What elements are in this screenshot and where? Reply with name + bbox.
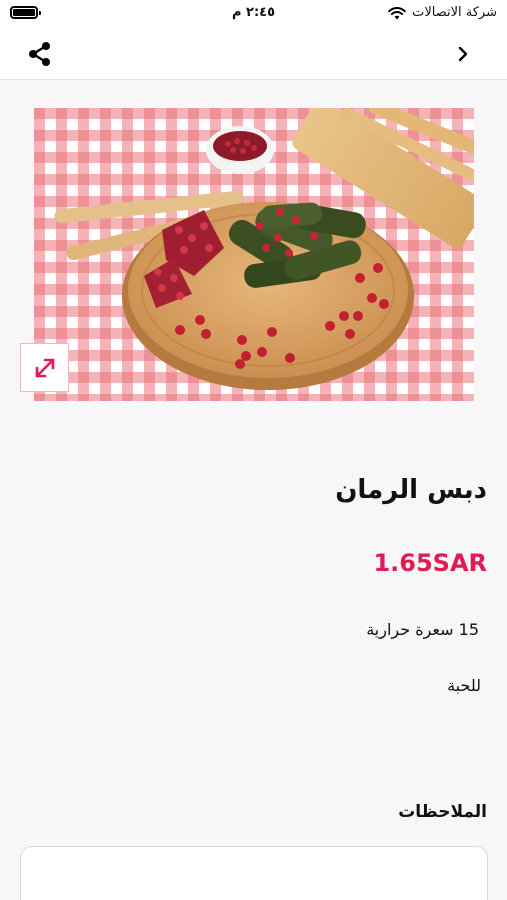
notes-label: الملاحظات [398, 802, 487, 822]
unit-text: للحبة [447, 676, 481, 695]
wifi-icon [388, 6, 406, 19]
product-title: دبس الرمان [335, 475, 487, 505]
expand-button[interactable] [20, 343, 69, 392]
carrier-name: شركة الاتصالات [412, 5, 497, 20]
product-image [34, 108, 474, 401]
calories-text: 15 سعرة حرارية [366, 620, 479, 639]
expand-icon [35, 358, 54, 377]
chevron-right-icon[interactable] [453, 44, 473, 64]
notes-input[interactable] [20, 846, 488, 900]
status-carrier-group: شركة الاتصالات [388, 5, 497, 20]
product-price: 1.65SAR [373, 549, 487, 577]
status-bar: ٢:٤٥ م شركة الاتصالات [0, 0, 507, 28]
share-icon[interactable] [26, 40, 54, 68]
nav-bar [0, 28, 507, 80]
